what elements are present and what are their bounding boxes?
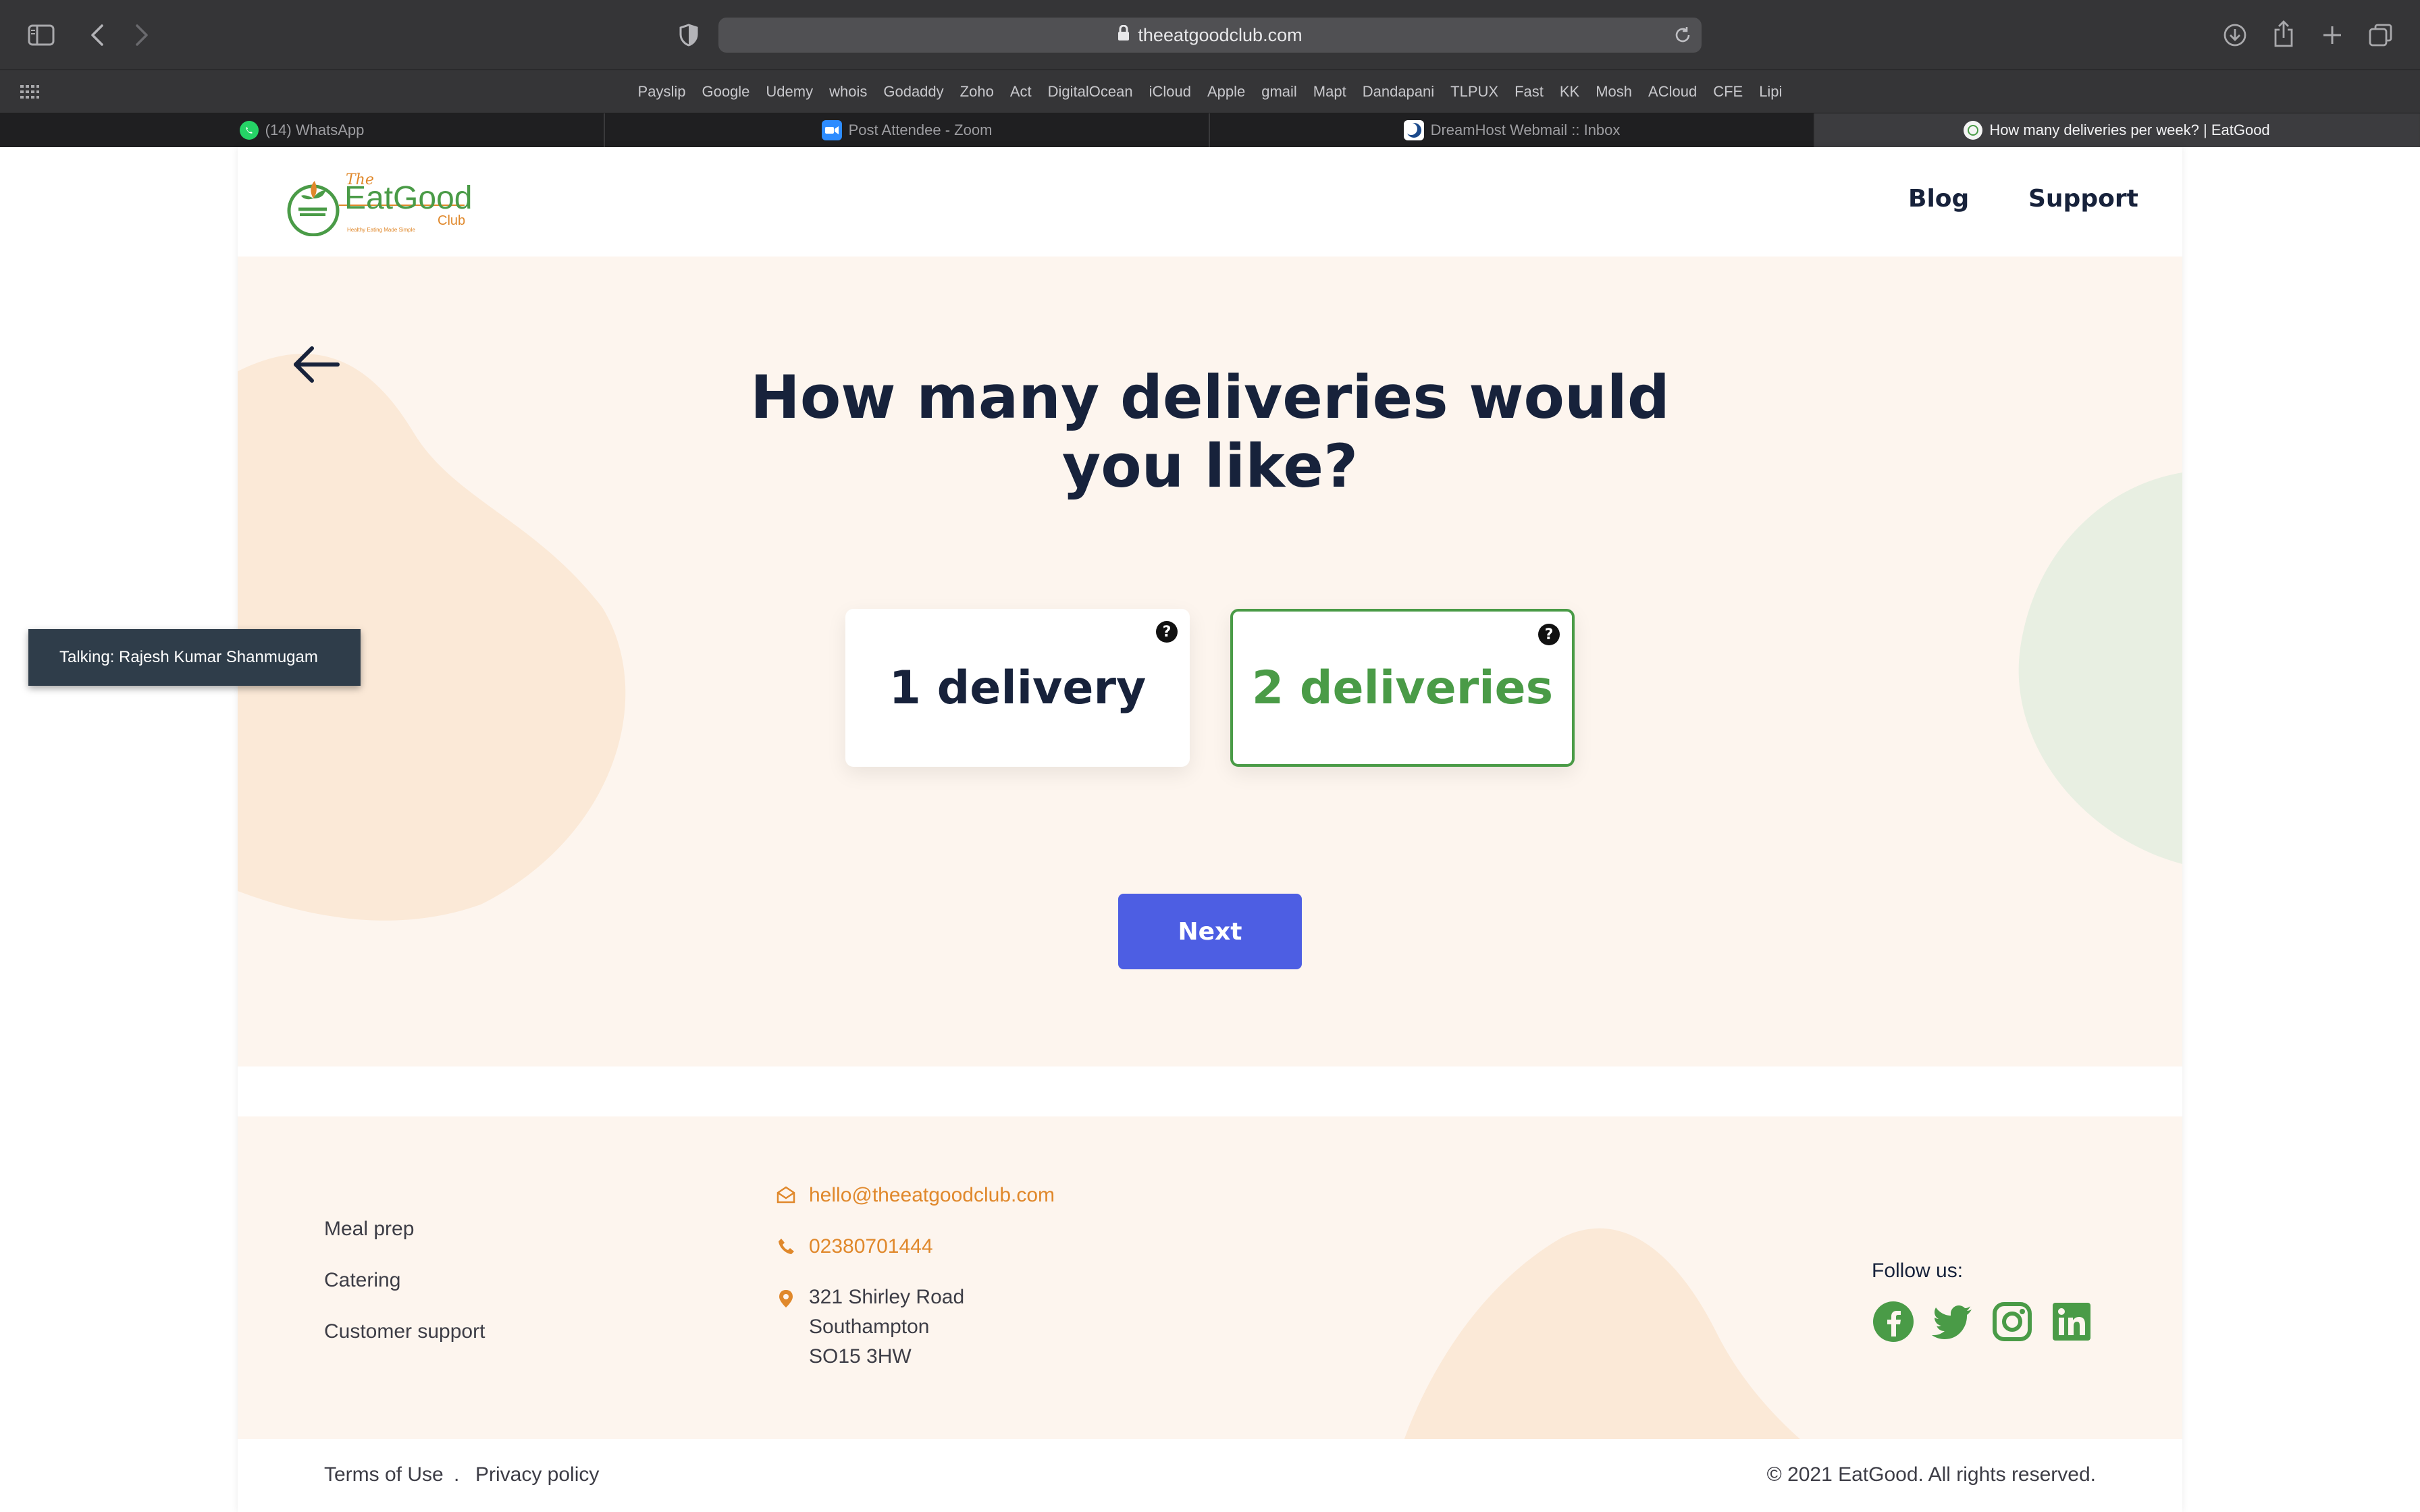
tab-zoom[interactable]: Post Attendee - Zoom	[605, 113, 1210, 147]
site-footer: Meal prep Catering Customer support hell…	[238, 1116, 2182, 1439]
linkedin-icon[interactable]	[2050, 1300, 2093, 1343]
phone-icon	[775, 1235, 797, 1257]
footer-phone-link[interactable]: 02380701444	[809, 1235, 933, 1258]
reload-icon[interactable]	[1673, 26, 1692, 49]
bookmark-item[interactable]: Udemy	[758, 83, 821, 101]
facebook-icon[interactable]	[1872, 1300, 1915, 1343]
downloads-icon[interactable]	[2220, 20, 2250, 50]
nav-blog[interactable]: Blog	[1908, 185, 1969, 213]
option-label: 1 delivery	[889, 661, 1147, 715]
eatgood-icon	[1964, 121, 1983, 140]
privacy-shield-icon[interactable]	[675, 20, 702, 50]
address-line: Southampton	[809, 1316, 930, 1338]
back-icon[interactable]	[84, 20, 111, 50]
url-text: theeatgoodclub.com	[1138, 24, 1303, 45]
logo-club: Club	[438, 213, 466, 228]
new-tab-icon[interactable]	[2317, 20, 2347, 50]
bookmark-item[interactable]: Fast	[1506, 83, 1552, 101]
bookmark-item[interactable]: iCloud	[1141, 83, 1199, 101]
tab-strip: (14) WhatsApp Post Attendee - Zoom Dream…	[0, 113, 2420, 147]
footer-separator: .	[454, 1463, 460, 1486]
footer-bottom-bar: Terms of Use . Privacy policy © 2021 Eat…	[238, 1439, 2182, 1512]
address-bar[interactable]: theeatgoodclub.com	[718, 18, 1702, 53]
bookmark-item[interactable]: DigitalOcean	[1040, 83, 1141, 101]
bookmark-item[interactable]: TLPUX	[1442, 83, 1506, 101]
copyright-text: © 2021 EatGood. All rights reserved.	[1766, 1463, 2096, 1486]
email-icon	[775, 1184, 797, 1206]
forward-icon[interactable]	[128, 20, 155, 50]
terms-link[interactable]: Terms of Use	[324, 1463, 444, 1486]
help-icon[interactable]: ?	[1156, 621, 1178, 643]
bookmark-item[interactable]: Dandapani	[1354, 83, 1442, 101]
bookmark-item[interactable]: ACloud	[1640, 83, 1705, 101]
sidebar-toggle-icon[interactable]	[26, 20, 57, 50]
bookmark-item[interactable]: KK	[1552, 83, 1587, 101]
share-icon[interactable]	[2269, 18, 2298, 50]
bookmark-item[interactable]: Mosh	[1587, 83, 1640, 101]
address-line: 321 Shirley Road	[809, 1286, 965, 1308]
tab-label: (14) WhatsApp	[265, 122, 365, 138]
twitter-icon[interactable]	[1931, 1300, 1974, 1343]
decorative-blob-right	[2018, 473, 2182, 864]
footer-link-meal-prep[interactable]: Meal prep	[324, 1218, 414, 1241]
tab-label: How many deliveries per week? | EatGood	[1989, 122, 2270, 138]
page-title: How many deliveries would you like?	[750, 362, 1670, 501]
option-label: 2 deliveries	[1251, 661, 1554, 715]
bookmark-item[interactable]: Google	[693, 83, 758, 101]
bookmark-item[interactable]: Payslip	[630, 83, 694, 101]
tab-whatsapp[interactable]: (14) WhatsApp	[0, 113, 605, 147]
instagram-icon[interactable]	[1991, 1300, 2034, 1343]
bookmark-item[interactable]: gmail	[1253, 83, 1305, 101]
bookmarks-bar: Payslip Google Udemy whois Godaddy Zoho …	[0, 70, 2420, 113]
eatgood-logo[interactable]: The EatGood Club Healthy Eating Made Sim…	[285, 171, 474, 237]
bookmark-item[interactable]: Lipi	[1751, 83, 1790, 101]
option-1-delivery[interactable]: 1 delivery ?	[845, 609, 1190, 767]
address-line: SO15 3HW	[809, 1345, 912, 1368]
location-pin-icon	[775, 1288, 797, 1310]
privacy-link[interactable]: Privacy policy	[475, 1463, 599, 1486]
tab-dreamhost[interactable]: DreamHost Webmail :: Inbox	[1210, 113, 1815, 147]
whatsapp-icon	[239, 121, 259, 140]
zoom-talking-indicator: Talking: Rajesh Kumar Shanmugam	[28, 629, 361, 686]
browser-toolbar: theeatgoodclub.com	[0, 0, 2420, 70]
browser-chrome: theeatgoodclub.com Payslip Google Udemy …	[0, 0, 2420, 147]
bookmark-item[interactable]: Mapt	[1305, 83, 1354, 101]
logo-eatgood: EatGood	[344, 180, 473, 216]
hero-section: How many deliveries would you like? 1 de…	[238, 256, 2182, 1289]
back-arrow-icon[interactable]	[290, 344, 342, 385]
tab-label: DreamHost Webmail :: Inbox	[1430, 122, 1621, 138]
logo-tagline: Healthy Eating Made Simple	[347, 227, 415, 233]
tab-overview-icon[interactable]	[2366, 20, 2396, 50]
tab-eatgood[interactable]: How many deliveries per week? | EatGood	[1815, 113, 2420, 147]
bookmark-item[interactable]: Godaddy	[875, 83, 951, 101]
footer-link-customer-support[interactable]: Customer support	[324, 1320, 485, 1343]
bookmark-item[interactable]: Act	[1002, 83, 1040, 101]
footer-link-catering[interactable]: Catering	[324, 1269, 400, 1292]
next-button[interactable]: Next	[1118, 894, 1302, 969]
nav-support[interactable]: Support	[2028, 185, 2138, 213]
site-header: The EatGood Club Healthy Eating Made Sim…	[238, 147, 2182, 256]
web-page: The EatGood Club Healthy Eating Made Sim…	[238, 147, 2182, 1512]
bookmark-item[interactable]: Apple	[1199, 83, 1253, 101]
tab-label: Post Attendee - Zoom	[848, 122, 993, 138]
bookmark-list: Payslip Google Udemy whois Godaddy Zoho …	[0, 70, 2420, 113]
decorative-blob-footer	[1404, 1228, 1800, 1439]
follow-us-label: Follow us:	[1872, 1260, 1964, 1282]
bookmark-item[interactable]: CFE	[1705, 83, 1751, 101]
footer-email-link[interactable]: hello@theeatgoodclub.com	[809, 1184, 1055, 1207]
option-2-deliveries[interactable]: 2 deliveries ?	[1230, 609, 1575, 767]
help-icon[interactable]: ?	[1538, 624, 1560, 645]
zoom-icon	[821, 120, 842, 140]
bookmark-item[interactable]: Zoho	[952, 83, 1002, 101]
bookmark-item[interactable]: whois	[821, 83, 875, 101]
dreamhost-icon	[1403, 120, 1424, 140]
lock-icon	[1117, 24, 1130, 46]
